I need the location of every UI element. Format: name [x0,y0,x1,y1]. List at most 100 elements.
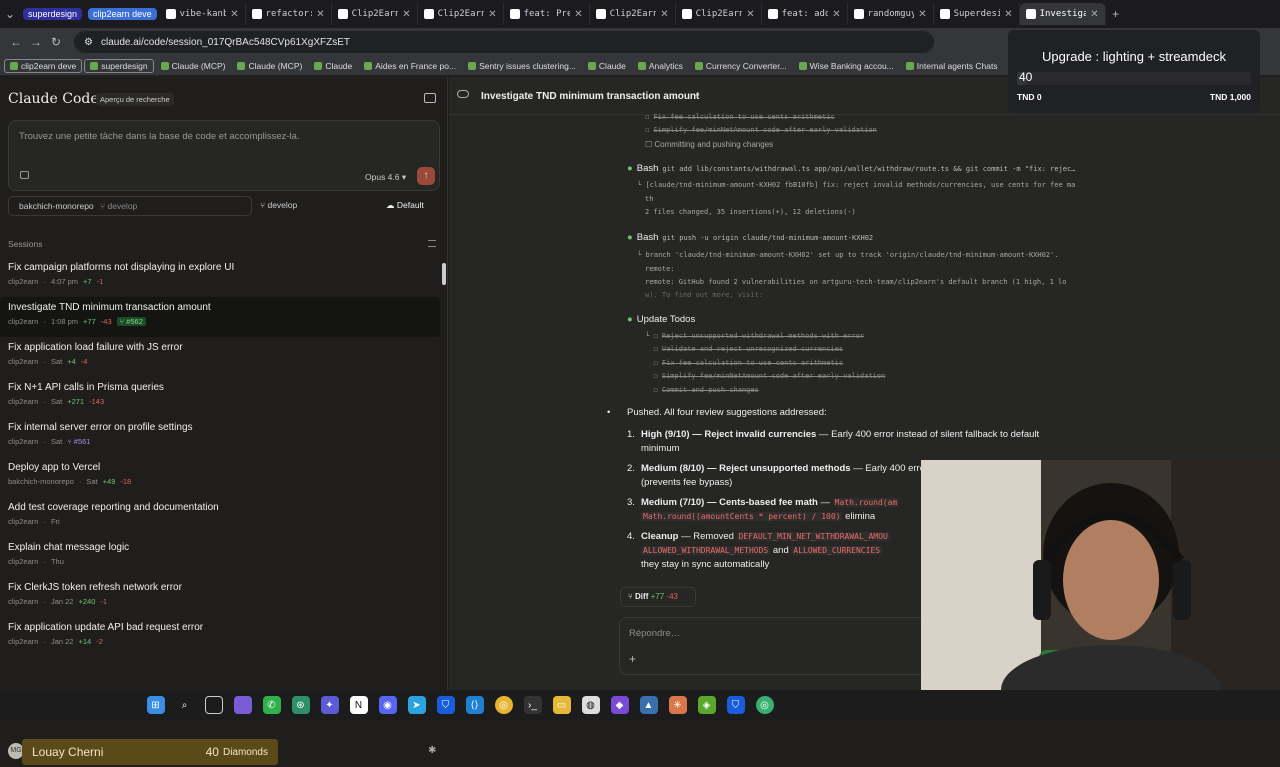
notion-icon[interactable]: N [349,696,368,714]
bookmark-item[interactable]: Analytics [633,60,688,72]
filter-icon[interactable] [428,240,436,247]
tab-close-icon[interactable]: ✕ [574,9,582,20]
tab-title: refactor: re [265,9,313,19]
bug-icon[interactable]: ✱ [428,745,436,756]
chrome-icon[interactable]: ◎ [494,696,513,714]
github-icon[interactable]: ◍ [581,696,600,714]
attach-image-icon[interactable] [20,171,29,179]
browser-tab[interactable]: vibe-kanba✕ [160,3,246,25]
session-item[interactable]: Fix application load failure with JS err… [0,337,440,377]
session-item[interactable]: Deploy app to Vercel bakchich-monorepo · Sa… [0,457,440,497]
browser-tab[interactable]: Clip2Earn -✕ [418,3,504,25]
telegram-icon[interactable]: ➤ [407,696,426,714]
session-title: Fix campaign platforms not displaying in… [8,262,235,273]
browser-tab[interactable]: Clip2Earn -✕ [590,3,676,25]
session-scrollbar[interactable] [442,263,446,285]
branch-selector[interactable]: ⑂ develop [260,200,297,210]
repo-row: bakchich-monorepo ⑂ develop ⑂ develop ☁ … [8,196,440,216]
chevron-down-icon[interactable]: ⌄ [693,89,701,100]
bookmark-item[interactable]: Sentry issues clustering... [463,60,581,72]
chatgpt-icon[interactable]: ⊛ [291,696,310,714]
reload-icon[interactable]: ↻ [46,35,66,49]
figma-icon[interactable]: ✦ [320,696,339,714]
nvidia-icon[interactable]: ◈ [697,696,716,714]
session-item[interactable]: Fix N+1 API calls in Prisma queries clip2… [0,377,440,417]
tab-close-icon[interactable]: ✕ [1090,9,1098,20]
tab-close-icon[interactable]: ✕ [918,9,926,20]
session-item[interactable]: Fix internal server error on profile set… [0,417,440,457]
bookmark-item[interactable]: superdesign [84,58,154,73]
task-composer[interactable]: Trouvez une petite tâche dans la base de… [8,120,440,191]
bookmark-item[interactable]: Currency Converter... [690,60,792,72]
tab-close-icon[interactable]: ✕ [832,9,840,20]
copilot-icon[interactable] [233,696,252,714]
tab-favicon-icon [681,9,692,19]
model-selector[interactable]: Opus 4.6 ▾ [365,172,406,183]
discord-icon[interactable]: ◉ [378,696,397,714]
diff-button[interactable]: ⑂ Diff +77 -43 [620,587,696,607]
bookmark-item[interactable]: Aides en France po... [359,60,461,72]
bookmark-item[interactable]: Internal agents Chats [901,60,1003,72]
bash-step[interactable]: ● Bash git add lib/constants/withdrawal.ts… [627,163,1075,174]
update-todos-step[interactable]: ● Update Todos [627,314,695,325]
task-view-icon[interactable] [204,696,223,714]
session-item[interactable]: Fix campaign platforms not displaying in… [0,257,440,297]
terminal-icon[interactable]: ›_ [523,696,542,714]
bookmark-item[interactable]: Claude (MCP) [156,60,231,72]
bitwarden-icon[interactable]: ⛉ [436,696,455,714]
browser-tab[interactable]: Investigate✕ [1019,3,1106,25]
back-icon[interactable]: ← [6,35,26,49]
session-title: Fix N+1 API calls in Prisma queries [8,382,164,393]
chrome-2-icon[interactable]: ◎ [755,696,774,714]
composer-placeholder: Trouvez une petite tâche dans la base de… [19,131,300,142]
session-item[interactable]: Explain chat message logic clip2earn · Thu [0,537,440,577]
forward-icon[interactable]: → [26,35,46,49]
browser-tab[interactable]: feat: add W✕ [762,3,848,25]
url-field[interactable]: ⚙ claude.ai/code/session_017QrBAc548CVp6… [74,31,934,53]
android-studio-icon[interactable]: ▲ [639,696,658,714]
send-button[interactable]: ↑ [417,167,435,185]
tab-close-icon[interactable]: ✕ [402,9,410,20]
session-meta: clip2earn · Fri [8,517,60,526]
tab-close-icon[interactable]: ✕ [660,9,668,20]
search-icon[interactable]: ⌕ [176,696,194,714]
whatsapp-icon[interactable]: ✆ [262,696,281,714]
bookmark-item[interactable]: clip2earn deve [4,58,83,73]
claude-icon[interactable]: ✳ [668,696,687,714]
file-explorer-icon[interactable]: ▭ [552,696,571,714]
session-item[interactable]: Fix application update API bad request e… [0,617,440,657]
environment-selector[interactable]: ☁ Default [386,200,424,211]
bitwarden-2-icon[interactable]: ⛉ [726,696,745,714]
vscode-icon[interactable]: ⟨⟩ [465,696,484,714]
tab-close-icon[interactable]: ✕ [488,9,496,20]
tab-close-icon[interactable]: ✕ [316,9,324,20]
browser-tab[interactable]: Clip2Earn -✕ [676,3,762,25]
browser-tab[interactable]: feat: Premi✕ [504,3,590,25]
tab-close-icon[interactable]: ✕ [230,9,238,20]
windows-start-icon[interactable]: ⊞ [146,696,165,714]
tab-group-clip2earn[interactable]: clip2earn deve [88,8,157,20]
bookmark-item[interactable]: Claude (MCP) [232,60,307,72]
tab-group-superdesign[interactable]: superdesign [23,8,83,20]
bookmark-item[interactable]: Claude [309,60,357,72]
obsidian-icon[interactable]: ◆ [610,696,629,714]
browser-tab[interactable]: Superdesig✕ [934,3,1020,25]
browser-tab[interactable]: randomguy ✕ [848,3,934,25]
session-item[interactable]: Investigate TND minimum transaction amou… [0,297,440,337]
new-tab-icon[interactable]: + [1106,7,1126,21]
tab-close-icon[interactable]: ✕ [746,9,754,20]
browser-tab[interactable]: Clip2Earn -✕ [332,3,418,25]
session-item[interactable]: Fix ClerkJS token refresh network error c… [0,577,440,617]
bookmark-item[interactable]: Claude [583,60,631,72]
add-attachment-icon[interactable]: + [629,652,636,666]
site-info-icon[interactable]: ⚙ [84,37,93,48]
repo-selector[interactable]: bakchich-monorepo ⑂ develop [8,196,252,216]
todo-line: ☐ Committing and pushing changes [645,140,774,149]
session-item[interactable]: Add test coverage reporting and document… [0,497,440,537]
browser-tab[interactable]: refactor: re✕ [246,3,332,25]
bookmark-item[interactable]: Wise Banking accou... [794,60,899,72]
collapse-sidebar-icon[interactable] [424,93,436,103]
tab-close-icon[interactable]: ✕ [1004,9,1012,20]
bash-step[interactable]: ● Bash git push -u origin claude/tnd-minim… [627,232,873,243]
tab-list-chevron-icon[interactable]: ⌄ [0,7,20,21]
